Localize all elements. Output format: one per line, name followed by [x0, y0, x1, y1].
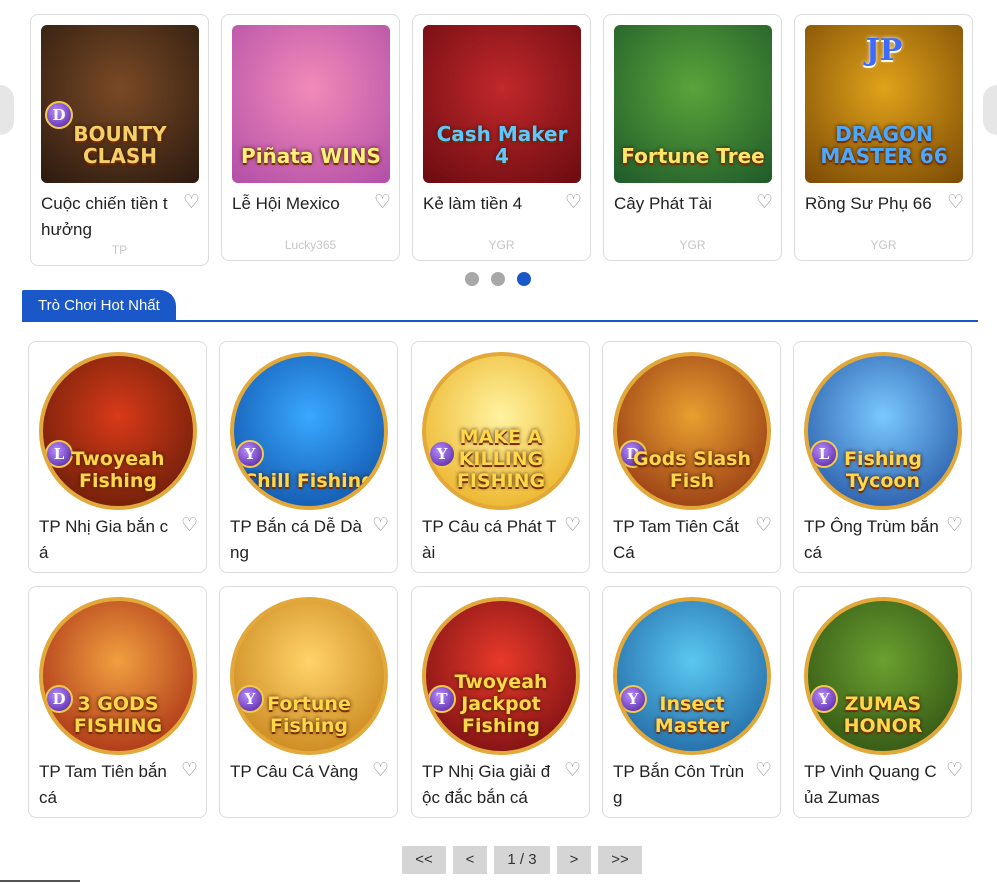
game-provider: YGR: [679, 238, 706, 252]
game-thumbnail[interactable]: Piñata WINS: [232, 25, 390, 183]
heart-outline-icon[interactable]: ♡: [565, 191, 582, 215]
game-thumbnail[interactable]: D BOUNTY CLASH: [41, 25, 199, 183]
game-thumbnail[interactable]: Fortune Tree: [614, 25, 772, 183]
game-logo-text: Fortune Fishing: [267, 693, 351, 737]
carousel-game-card[interactable]: Fortune Tree Cây Phát Tài ♡ YGR: [603, 14, 782, 261]
carousel-game-card[interactable]: Piñata WINS Lễ Hội Mexico ♡ Lucky365: [221, 14, 400, 261]
game-provider: YGR: [870, 238, 897, 252]
game-thumbnail[interactable]: D3 GODS FISHING: [39, 597, 197, 755]
game-logo-text: Cash Maker 4: [436, 122, 568, 168]
next-page-button[interactable]: >: [557, 846, 591, 874]
game-thumbnail[interactable]: L Fishing Tycoon: [804, 352, 962, 510]
game-card[interactable]: T Twoyeah Jackpot Fishing TP Nhị Gia giải …: [411, 586, 590, 818]
game-logo-text: Piñata WINS: [241, 144, 381, 168]
carousel-dot[interactable]: [517, 272, 531, 286]
heart-outline-icon[interactable]: ♡: [181, 759, 198, 783]
game-name: Cuộc chiến tiền thưởng: [41, 194, 168, 239]
game-logo-text: DRAGON MASTER 66: [820, 122, 948, 168]
heart-outline-icon[interactable]: ♡: [564, 514, 581, 538]
game-card[interactable]: L Fishing Tycoon TP Ông Trùm bắn cá ♡: [793, 341, 972, 573]
game-name: TP Nhị Gia giải độc đắc bắn cá: [422, 762, 551, 807]
prev-page-button[interactable]: <: [453, 846, 487, 874]
heart-outline-icon[interactable]: ♡: [946, 759, 963, 783]
heart-outline-icon[interactable]: ♡: [755, 514, 772, 538]
game-logo-text: MAKE A KILLING FISHING: [456, 426, 546, 492]
game-thumbnail[interactable]: Y MAKE A KILLING FISHING: [422, 352, 580, 510]
game-logo-text: Insect Master: [654, 693, 730, 737]
provider-badge: Y: [236, 440, 264, 468]
game-card[interactable]: D3 GODS FISHING TP Tam Tiên bắn cá ♡: [28, 586, 207, 818]
game-logo-text: ZUMAS HONOR: [843, 693, 923, 737]
heart-outline-icon[interactable]: ♡: [372, 759, 389, 783]
game-card[interactable]: Y MAKE A KILLING FISHING TP Câu cá Phát Tà…: [411, 341, 590, 573]
game-name: Cây Phát Tài: [614, 194, 712, 213]
game-name: TP Bắn cá Dễ Dàng: [230, 517, 362, 562]
heart-outline-icon[interactable]: ♡: [756, 191, 773, 215]
game-provider: TP: [111, 243, 128, 257]
carousel-prev-arrow[interactable]: [0, 85, 14, 135]
game-provider: Lucky365: [284, 238, 337, 252]
heart-outline-icon[interactable]: ♡: [183, 191, 200, 215]
game-logo-text: Chill Fishing: [243, 470, 375, 492]
game-provider: YGR: [488, 238, 515, 252]
game-logo-text: Fishing Tycoon: [844, 448, 922, 492]
section-divider: [22, 320, 978, 322]
carousel-next-arrow[interactable]: [983, 85, 997, 135]
game-logo-text: Twoyeah Jackpot Fishing: [454, 671, 548, 737]
carousel-game-card[interactable]: JP DRAGON MASTER 66 Rồng Sư Phụ 66 ♡ YGR: [794, 14, 973, 261]
game-thumbnail[interactable]: Y ZUMAS HONOR: [804, 597, 962, 755]
game-logo-text: 3 GODS FISHING: [73, 693, 163, 737]
game-logo-text: Twoyeah Fishing: [71, 448, 165, 492]
game-thumbnail[interactable]: JP DRAGON MASTER 66: [805, 25, 963, 183]
last-page-button[interactable]: >>: [598, 846, 642, 874]
game-thumbnail[interactable]: T Twoyeah Jackpot Fishing: [422, 597, 580, 755]
game-logo-text: BOUNTY CLASH: [73, 122, 167, 168]
game-thumbnail[interactable]: L Twoyeah Fishing: [39, 352, 197, 510]
game-thumbnail[interactable]: Cash Maker 4: [423, 25, 581, 183]
carousel-dot[interactable]: [491, 272, 505, 286]
game-thumbnail[interactable]: D Gods Slash Fish: [613, 352, 771, 510]
heart-outline-icon[interactable]: ♡: [755, 759, 772, 783]
heart-outline-icon[interactable]: ♡: [374, 191, 391, 215]
game-card[interactable]: D Gods Slash Fish TP Tam Tiên Cắt Cá ♡: [602, 341, 781, 573]
jackpot-badge: JP: [865, 33, 903, 68]
heart-outline-icon[interactable]: ♡: [947, 191, 964, 215]
page-indicator: 1 / 3: [494, 846, 550, 874]
game-name: TP Vinh Quang Của Zumas: [804, 762, 937, 807]
game-name: TP Câu cá Phát Tài: [422, 517, 557, 562]
game-card[interactable]: Y ZUMAS HONOR TP Vinh Quang Của Zumas ♡: [793, 586, 972, 818]
game-name: Rồng Sư Phụ 66: [805, 194, 932, 213]
game-logo-text: Fortune Tree: [621, 144, 765, 168]
game-card[interactable]: L Twoyeah Fishing TP Nhị Gia bắn cá ♡: [28, 341, 207, 573]
game-card[interactable]: Y Insect Master TP Bắn Côn Trùng ♡: [602, 586, 781, 818]
game-name: TP Tam Tiên Cắt Cá: [613, 517, 739, 562]
game-card[interactable]: Y Chill Fishing TP Bắn cá Dễ Dàng ♡: [219, 341, 398, 573]
carousel-dots: [465, 272, 535, 288]
carousel-dot[interactable]: [465, 272, 479, 286]
first-page-button[interactable]: <<: [402, 846, 446, 874]
game-name: TP Bắn Côn Trùng: [613, 762, 745, 807]
heart-outline-icon[interactable]: ♡: [181, 514, 198, 538]
game-name: TP Ông Trùm bắn cá: [804, 517, 939, 562]
game-thumbnail[interactable]: Y Insect Master: [613, 597, 771, 755]
game-name: Lễ Hội Mexico: [232, 194, 340, 213]
game-logo-text: Gods Slash Fish: [632, 448, 752, 492]
carousel-game-card[interactable]: Cash Maker 4 Kẻ làm tiền 4 ♡ YGR: [412, 14, 591, 261]
game-name: TP Câu Cá Vàng: [230, 762, 359, 781]
heart-outline-icon[interactable]: ♡: [564, 759, 581, 783]
bottom-divider: [0, 880, 80, 882]
game-thumbnail[interactable]: Y Chill Fishing: [230, 352, 388, 510]
heart-outline-icon[interactable]: ♡: [372, 514, 389, 538]
carousel-game-card[interactable]: D BOUNTY CLASH Cuộc chiến tiền thưởng ♡ TP: [30, 14, 209, 266]
game-name: Kẻ làm tiền 4: [423, 194, 523, 213]
game-name: TP Nhị Gia bắn cá: [39, 517, 169, 562]
game-thumbnail[interactable]: Y Fortune Fishing: [230, 597, 388, 755]
featured-carousel: D BOUNTY CLASH Cuộc chiến tiền thưởng ♡ TP Pi…: [0, 0, 997, 270]
section-title-tab[interactable]: Trò Chơi Hot Nhất: [22, 290, 176, 321]
game-name: TP Tam Tiên bắn cá: [39, 762, 167, 807]
game-card[interactable]: Y Fortune Fishing TP Câu Cá Vàng ♡: [219, 586, 398, 818]
heart-outline-icon[interactable]: ♡: [946, 514, 963, 538]
